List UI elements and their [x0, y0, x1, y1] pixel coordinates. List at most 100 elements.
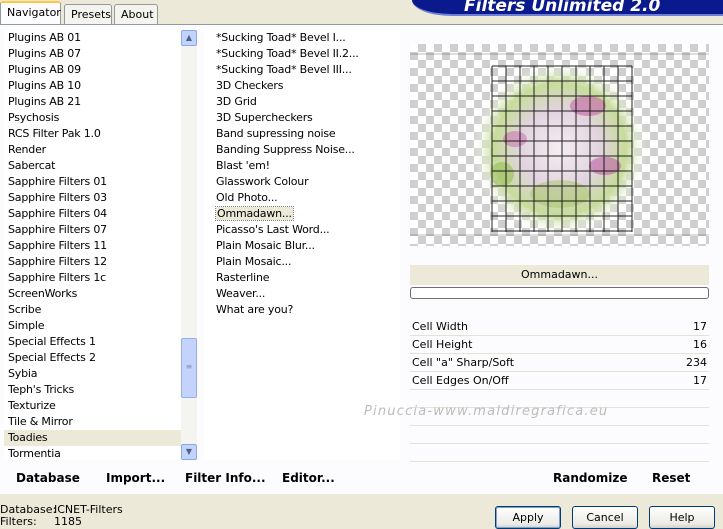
category-item[interactable]: Special Effects 2 [4, 350, 181, 366]
param-empty-row [410, 426, 709, 444]
param-cell-edges[interactable]: Cell Edges On/Off 17 [410, 372, 709, 390]
category-item[interactable]: Toadies [4, 430, 181, 446]
category-item[interactable]: Teph's Tricks [4, 382, 181, 398]
category-item[interactable]: Sapphire Filters 01 [4, 174, 181, 190]
preview-image [410, 44, 709, 246]
status-area: Database:ICNET-Filters Filters: 1185 [0, 504, 123, 528]
import-button[interactable]: Import... [106, 469, 165, 487]
category-item[interactable]: Sapphire Filters 04 [4, 206, 181, 222]
category-item[interactable]: Plugins AB 01 [4, 30, 181, 46]
category-item[interactable]: Texturize [4, 398, 181, 414]
database-button[interactable]: Database [16, 469, 80, 487]
category-scrollbar[interactable]: ▲ ≡ ▼ [181, 30, 197, 460]
category-item[interactable]: Sybia [4, 366, 181, 382]
filter-item[interactable]: Picasso's Last Word... [204, 222, 400, 238]
reset-button[interactable]: Reset [652, 469, 690, 487]
filter-item[interactable]: Blast 'em! [204, 158, 400, 174]
filter-item-label: 3D Supercheckers [216, 111, 313, 124]
param-label: Cell Width [412, 320, 469, 333]
filter-item[interactable]: Old Photo... [204, 190, 400, 206]
filter-item[interactable]: Band supressing noise [204, 126, 400, 142]
filter-item[interactable]: Plain Mosaic... [204, 254, 400, 270]
category-item[interactable]: Special Effects 1 [4, 334, 181, 350]
cancel-button[interactable]: Cancel [572, 506, 638, 529]
status-filters-value: 1185 [54, 515, 82, 528]
filter-item[interactable]: Glasswork Colour [204, 174, 400, 190]
status-filters: Filters: 1185 [0, 516, 123, 528]
filter-item-label: Glasswork Colour [216, 175, 309, 188]
category-item[interactable]: Psychosis [4, 110, 181, 126]
filter-item[interactable]: 3D Grid [204, 94, 400, 110]
filter-info-button[interactable]: Filter Info... [185, 469, 266, 487]
category-item[interactable]: RCS Filter Pak 1.0 [4, 126, 181, 142]
filter-item[interactable]: *Sucking Toad* Bevel III... [204, 62, 400, 78]
category-item[interactable]: Simple [4, 318, 181, 334]
filter-item-label: *Sucking Toad* Bevel I... [216, 31, 346, 44]
scroll-up-icon[interactable]: ▲ [181, 30, 197, 46]
filter-item-label: Old Photo... [216, 191, 278, 204]
category-item[interactable]: Tile & Mirror [4, 414, 181, 430]
filter-item-label: Band supressing noise [216, 127, 336, 140]
category-item[interactable]: Sapphire Filters 11 [4, 238, 181, 254]
filter-item-label: *Sucking Toad* Bevel III... [216, 63, 352, 76]
category-item[interactable]: Sabercat [4, 158, 181, 174]
category-item[interactable]: ScreenWorks [4, 286, 181, 302]
tab-strip: Navigator Presets About [0, 0, 400, 25]
scroll-down-icon[interactable]: ▼ [181, 444, 197, 460]
filter-item[interactable]: 3D Supercheckers [204, 110, 400, 126]
category-item[interactable]: Render [4, 142, 181, 158]
filter-item-label: Plain Mosaic Blur... [216, 239, 315, 252]
param-value: 17 [693, 374, 707, 387]
randomize-button[interactable]: Randomize [553, 469, 627, 487]
param-label: Cell Edges On/Off [412, 374, 509, 387]
editor-button[interactable]: Editor... [282, 469, 335, 487]
category-item[interactable]: Tormentia [4, 446, 181, 460]
category-item[interactable]: Sapphire Filters 07 [4, 222, 181, 238]
filter-item-label: 3D Checkers [216, 79, 284, 92]
app-banner: Filters Unlimited 2.0 [412, 0, 723, 16]
param-cell-width[interactable]: Cell Width 17 [410, 318, 709, 336]
help-button[interactable]: Help [649, 506, 715, 529]
apply-button[interactable]: Apply [495, 506, 561, 529]
param-cell-height[interactable]: Cell Height 16 [410, 336, 709, 354]
category-item[interactable]: Sapphire Filters 1c [4, 270, 181, 286]
filter-item[interactable]: Plain Mosaic Blur... [204, 238, 400, 254]
category-item[interactable]: Sapphire Filters 12 [4, 254, 181, 270]
filter-item-label: Weaver... [216, 287, 266, 300]
param-label: Cell "a" Sharp/Soft [412, 356, 515, 369]
filter-item[interactable]: Weaver... [204, 286, 400, 302]
param-empty-row [410, 444, 709, 462]
category-item[interactable]: Scribe [4, 302, 181, 318]
filter-item[interactable]: Ommadawn... [204, 206, 400, 222]
category-item[interactable]: Plugins AB 10 [4, 78, 181, 94]
param-cell-sharp-soft[interactable]: Cell "a" Sharp/Soft 234 [410, 354, 709, 372]
filter-item[interactable]: Rasterline [204, 270, 400, 286]
filter-item[interactable]: *Sucking Toad* Bevel I... [204, 30, 400, 46]
watermark: Pinuccia-www.maldiregrafica.eu [364, 404, 609, 419]
filter-item-label: 3D Grid [216, 95, 257, 108]
category-item[interactable]: Plugins AB 07 [4, 46, 181, 62]
tab-navigator[interactable]: Navigator [0, 1, 61, 25]
category-list[interactable]: Plugins AB 01 Plugins AB 07 Plugins AB 09 P… [4, 30, 181, 460]
tab-presets[interactable]: Presets [64, 4, 112, 24]
filter-item-label: *Sucking Toad* Bevel II.2... [216, 47, 359, 60]
parameter-list: Cell Width 17 Cell Height 16 Cell "a" Sh… [410, 318, 709, 462]
filter-item[interactable]: *Sucking Toad* Bevel II.2... [204, 46, 400, 62]
filter-item-label: Blast 'em! [216, 159, 270, 172]
filter-item[interactable]: 3D Checkers [204, 78, 400, 94]
tab-about[interactable]: About [114, 4, 158, 24]
category-item[interactable]: Plugins AB 21 [4, 94, 181, 110]
param-value: 16 [693, 338, 707, 351]
filter-item[interactable]: Banding Suppress Noise... [204, 142, 400, 158]
category-item[interactable]: Plugins AB 09 [4, 62, 181, 78]
status-filters-label: Filters: [0, 515, 37, 528]
filter-list[interactable]: *Sucking Toad* Bevel I... *Sucking Toad* … [204, 30, 400, 460]
param-value: 234 [686, 356, 707, 369]
filter-item[interactable]: What are you? [204, 302, 400, 318]
filter-item-label: Ommadawn... [215, 206, 294, 221]
filter-item-label: Banding Suppress Noise... [216, 143, 355, 156]
progress-bar [410, 287, 709, 299]
filter-item-label: What are you? [216, 303, 294, 316]
category-item[interactable]: Sapphire Filters 03 [4, 190, 181, 206]
scroll-thumb[interactable]: ≡ [181, 338, 197, 398]
